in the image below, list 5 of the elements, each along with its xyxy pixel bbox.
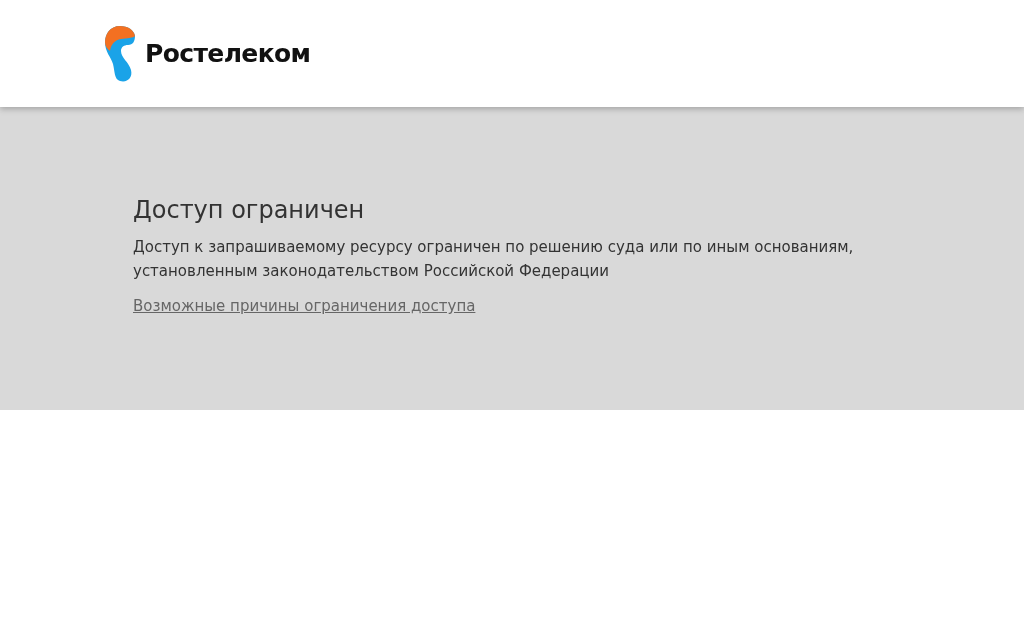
reasons-link[interactable]: Возможные причины ограничения доступа: [133, 295, 476, 318]
notice-message: Доступ к запрашиваемому ресурсу ограничен по решению суда или по иным основаниям, установленным законодательством Российской Федерации: [133, 237, 855, 282]
notice-title: Доступ ограничен: [133, 195, 365, 225]
logo-icon: [105, 23, 135, 84]
logo-text: Ростелеком: [145, 37, 311, 70]
